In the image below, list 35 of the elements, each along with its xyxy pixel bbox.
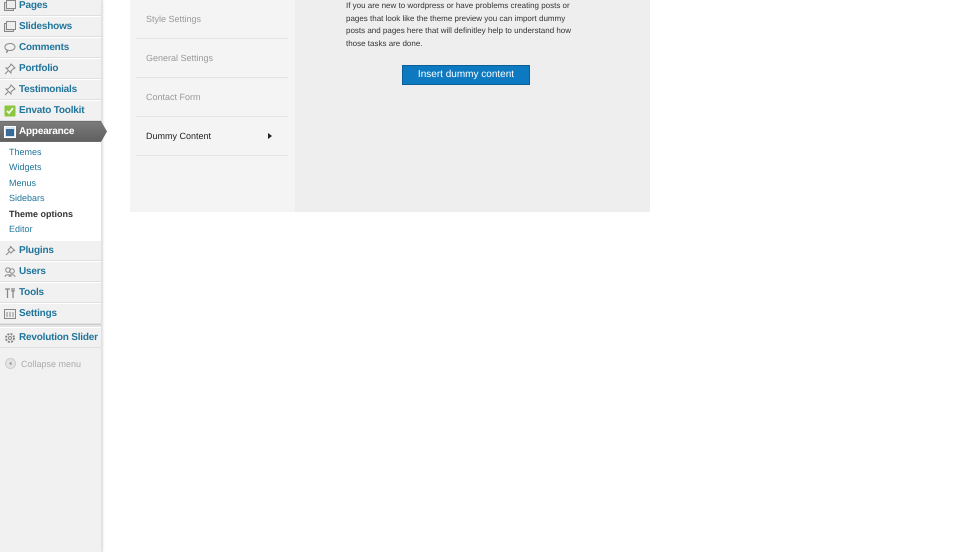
tools-icon [4,286,16,299]
menu-item[interactable]: Users [0,261,101,282]
menu-item[interactable]: Appearance [0,121,107,142]
menu-item[interactable]: Tools [0,282,101,304]
menu-item[interactable]: Plugins [0,240,101,262]
menu-item[interactable]: Slideshows [0,16,101,37]
submenu-item[interactable]: Editor [9,222,101,238]
menu-item[interactable]: Testimonials [0,79,101,100]
options-nav-item[interactable]: Contact Form [136,78,288,117]
pushpin-icon [4,62,16,74]
pushpin-icon [4,84,16,96]
description-text: If you are new to wordpress or have problems creating posts or pages that look like the theme preview you can import dummy posts and pages here that will definitley help to understand how those tasks are done. [346,0,572,50]
plug-icon [4,244,16,257]
collapse-icon [5,358,16,370]
gear-icon [4,332,16,344]
submenu-item[interactable]: Widgets [9,160,101,176]
checkbox-icon [4,104,16,116]
options-nav-item[interactable]: Style Settings [136,0,288,39]
speech-bubble-icon [4,42,16,54]
options-nav-item[interactable]: Dummy Content [136,117,288,156]
submenu-item[interactable]: Themes [9,145,101,160]
window-icon [4,126,16,138]
users-icon [4,266,16,278]
settings-icon [4,308,16,320]
submenu-item[interactable]: Sidebars [9,191,101,207]
submenu-item[interactable]: Theme options [9,206,101,222]
submenu-item[interactable]: Menus [9,176,101,192]
insert-dummy-content-button[interactable]: Insert dummy content [402,64,530,85]
menu-item[interactable]: Comments [0,37,101,58]
slides-icon [4,20,16,32]
options-nav-item[interactable]: General Settings [136,39,288,78]
menu-item[interactable]: Revolution Slider [0,327,101,348]
arrow-icon [268,133,272,139]
menu-item[interactable]: Portfolio [0,58,101,79]
menu-item[interactable]: Pages [0,0,101,16]
